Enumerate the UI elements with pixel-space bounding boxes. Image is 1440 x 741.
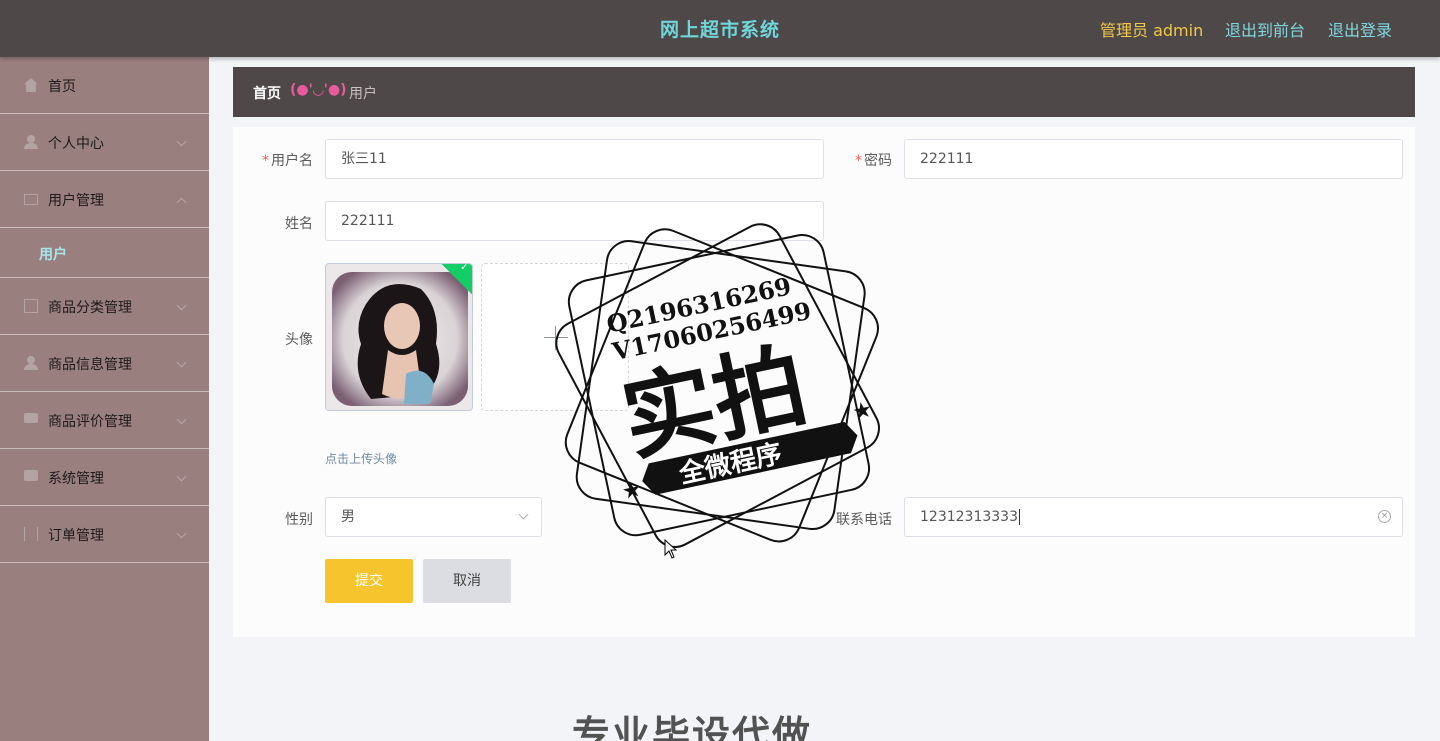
sidebar: 首页 个人中心 用户管理 用户 商品分类管理 商品信息管理 商品评价管理 系统管…: [0, 57, 209, 741]
plus-icon: [544, 337, 568, 338]
watermark-bottom: 专业毕设代做: [572, 713, 813, 741]
home-icon: [24, 78, 38, 92]
sidebar-item-system-management[interactable]: 系统管理: [0, 449, 209, 506]
upload-tip: 点击上传头像: [325, 452, 398, 466]
avatar-label: 头像: [285, 332, 313, 348]
avatar-photo: [326, 264, 472, 410]
sidebar-item-user-management[interactable]: 用户管理: [0, 171, 209, 228]
password-input[interactable]: 222111: [904, 139, 1403, 179]
breadcrumb: 首页 (●'◡'●) 用户: [233, 67, 1415, 117]
avatar-image[interactable]: ✓: [325, 263, 473, 411]
chevron-up-icon: [176, 197, 187, 208]
breadcrumb-current: 用户: [349, 86, 377, 102]
phone-input-value: 12312313333: [920, 509, 1018, 525]
name-input[interactable]: 222111: [325, 201, 824, 241]
username-input[interactable]: 张三11: [325, 139, 824, 179]
app-title: 网上超市系统: [659, 19, 780, 41]
exit-to-front-link[interactable]: 退出到前台: [1225, 17, 1305, 41]
sidebar-item-home[interactable]: 首页: [0, 57, 209, 114]
sidebar-item-product-management[interactable]: 商品信息管理: [0, 335, 209, 392]
chevron-down-icon: [176, 300, 187, 311]
submit-button[interactable]: 提交: [325, 559, 413, 603]
sidebar-item-label: 商品评价管理: [48, 414, 132, 430]
logout-link[interactable]: 退出登录: [1328, 17, 1392, 41]
chat-icon: [24, 470, 38, 481]
sidebar-item-review-management[interactable]: 商品评价管理: [0, 392, 209, 449]
breadcrumb-separator: (●'◡'●): [290, 82, 347, 98]
upload-avatar-button[interactable]: [481, 263, 629, 411]
required-mark: *: [855, 153, 862, 169]
top-header: 网上超市系统 管理员 admin 退出到前台 退出登录: [0, 0, 1440, 57]
box-icon: [24, 299, 38, 313]
breadcrumb-home[interactable]: 首页: [253, 83, 281, 103]
gender-label: 性别: [285, 512, 313, 528]
gender-selected-value: 男: [341, 509, 355, 525]
clear-icon[interactable]: ×: [1378, 510, 1391, 523]
check-icon: ✓: [460, 263, 469, 274]
sidebar-item-label: 商品分类管理: [48, 300, 132, 316]
user-form: * 用户名 张三11 * 密码 222111 姓名 222111 头像 ✓ 点击上: [233, 127, 1415, 637]
sidebar-item-label: 首页: [48, 79, 76, 95]
sidebar-subitem-users[interactable]: 用户: [0, 228, 209, 278]
chevron-down-icon: [518, 509, 529, 520]
chevron-down-icon: [176, 414, 187, 425]
monitor-icon: [24, 413, 38, 423]
chevron-down-icon: [176, 528, 187, 539]
text-caret: [1018, 509, 1020, 525]
sidebar-subitem-label: 用户: [39, 247, 67, 263]
gender-select[interactable]: 男: [325, 497, 542, 537]
sidebar-item-label: 个人中心: [48, 136, 104, 152]
user-icon: [24, 356, 38, 370]
sidebar-item-label: 系统管理: [48, 471, 104, 487]
phone-label: 联系电话: [836, 512, 892, 528]
chevron-down-icon: [176, 357, 187, 368]
phone-input[interactable]: 12312313333 ×: [904, 497, 1403, 537]
sidebar-item-category-management[interactable]: 商品分类管理: [0, 278, 209, 335]
username-label: * 用户名: [262, 153, 313, 169]
sidebar-item-personal-center[interactable]: 个人中心: [0, 114, 209, 171]
sidebar-item-label: 用户管理: [48, 193, 104, 209]
sidebar-item-label: 商品信息管理: [48, 357, 132, 373]
required-mark: *: [262, 153, 269, 169]
password-label: * 密码: [855, 153, 892, 169]
admin-label: 管理员 admin: [1100, 21, 1204, 40]
name-label: 姓名: [285, 216, 313, 232]
sidebar-item-label: 订单管理: [48, 528, 104, 544]
bracket-icon: [24, 527, 38, 541]
user-icon: [24, 135, 38, 149]
mail-icon: [24, 194, 38, 205]
chevron-down-icon: [176, 471, 187, 482]
sidebar-item-order-management[interactable]: 订单管理: [0, 506, 209, 563]
mouse-cursor-icon: [664, 539, 678, 559]
cancel-button[interactable]: 取消: [423, 559, 511, 603]
chevron-down-icon: [176, 136, 187, 147]
